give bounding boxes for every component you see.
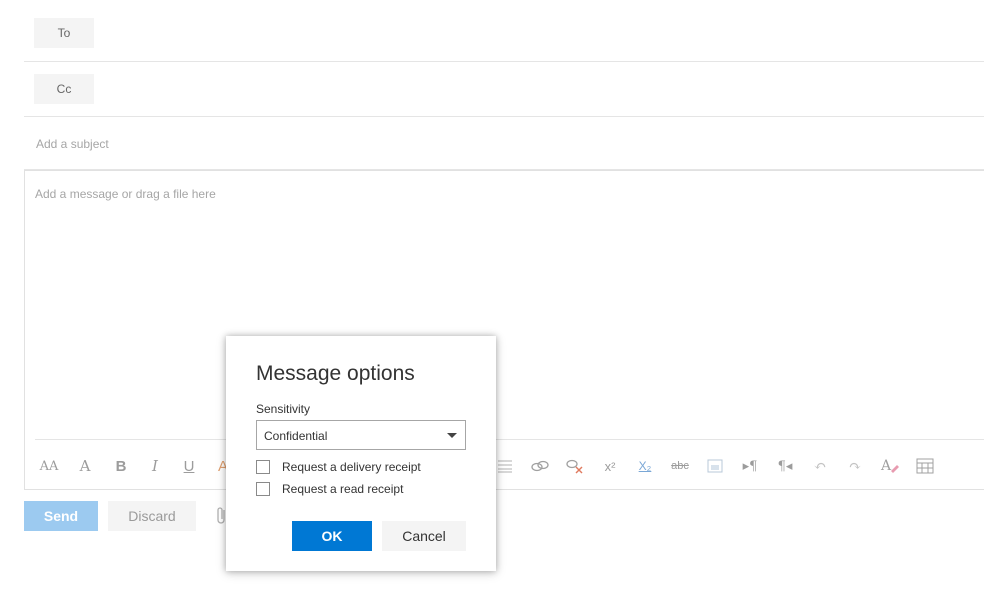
link-icon[interactable] <box>528 455 552 477</box>
to-row: To <box>24 0 984 62</box>
sensitivity-select[interactable]: Confidential <box>256 420 466 450</box>
cc-row: Cc <box>24 62 984 117</box>
body-placeholder: Add a message or drag a file here <box>35 187 216 201</box>
chevron-down-icon <box>447 433 457 438</box>
subject-row: Add a subject <box>24 117 984 170</box>
format-toolbar: AA A B I U A x² X₂ abc ▸¶ ¶◂ ↶ ↷ A <box>25 451 984 481</box>
read-receipt-checkbox[interactable] <box>256 482 270 496</box>
clear-format-icon[interactable]: A <box>878 455 902 477</box>
cancel-button[interactable]: Cancel <box>382 521 466 551</box>
underline-icon[interactable]: U <box>177 455 201 477</box>
sensitivity-value: Confidential <box>264 429 328 443</box>
delivery-receipt-option[interactable]: Request a delivery receipt <box>256 459 421 475</box>
table-icon[interactable] <box>913 455 937 477</box>
image-icon[interactable] <box>703 455 727 477</box>
italic-icon[interactable]: I <box>143 455 167 477</box>
align-icon[interactable] <box>493 455 517 477</box>
strikethrough-icon[interactable]: abc <box>668 455 692 477</box>
message-options-dialog: Message options Sensitivity Confidential… <box>226 336 496 571</box>
discard-button[interactable]: Discard <box>108 501 196 531</box>
superscript-icon[interactable]: x² <box>598 455 622 477</box>
to-button[interactable]: To <box>34 18 94 48</box>
svg-text:A: A <box>880 458 892 474</box>
ltr-icon[interactable]: ▸¶ <box>738 455 762 477</box>
sensitivity-label: Sensitivity <box>256 402 311 416</box>
delivery-receipt-label: Request a delivery receipt <box>282 460 421 474</box>
send-button[interactable]: Send <box>24 501 98 531</box>
subscript-icon[interactable]: X₂ <box>633 455 657 477</box>
grow-font-icon[interactable]: A <box>73 455 97 477</box>
ok-button[interactable]: OK <box>292 521 372 551</box>
font-size-icon[interactable]: AA <box>37 455 61 477</box>
read-receipt-label: Request a read receipt <box>282 482 404 496</box>
undo-icon[interactable]: ↶ <box>808 455 832 477</box>
subject-input[interactable]: Add a subject <box>36 137 109 151</box>
bold-icon[interactable]: B <box>109 455 133 477</box>
dialog-title: Message options <box>256 362 415 385</box>
rtl-icon[interactable]: ¶◂ <box>773 455 797 477</box>
delivery-receipt-checkbox[interactable] <box>256 460 270 474</box>
redo-icon[interactable]: ↷ <box>843 455 867 477</box>
read-receipt-option[interactable]: Request a read receipt <box>256 481 403 497</box>
message-body[interactable]: Add a message or drag a file here AA A B… <box>24 170 984 490</box>
cc-button[interactable]: Cc <box>34 74 94 104</box>
unlink-icon[interactable] <box>563 455 587 477</box>
toolbar-divider <box>35 439 984 440</box>
